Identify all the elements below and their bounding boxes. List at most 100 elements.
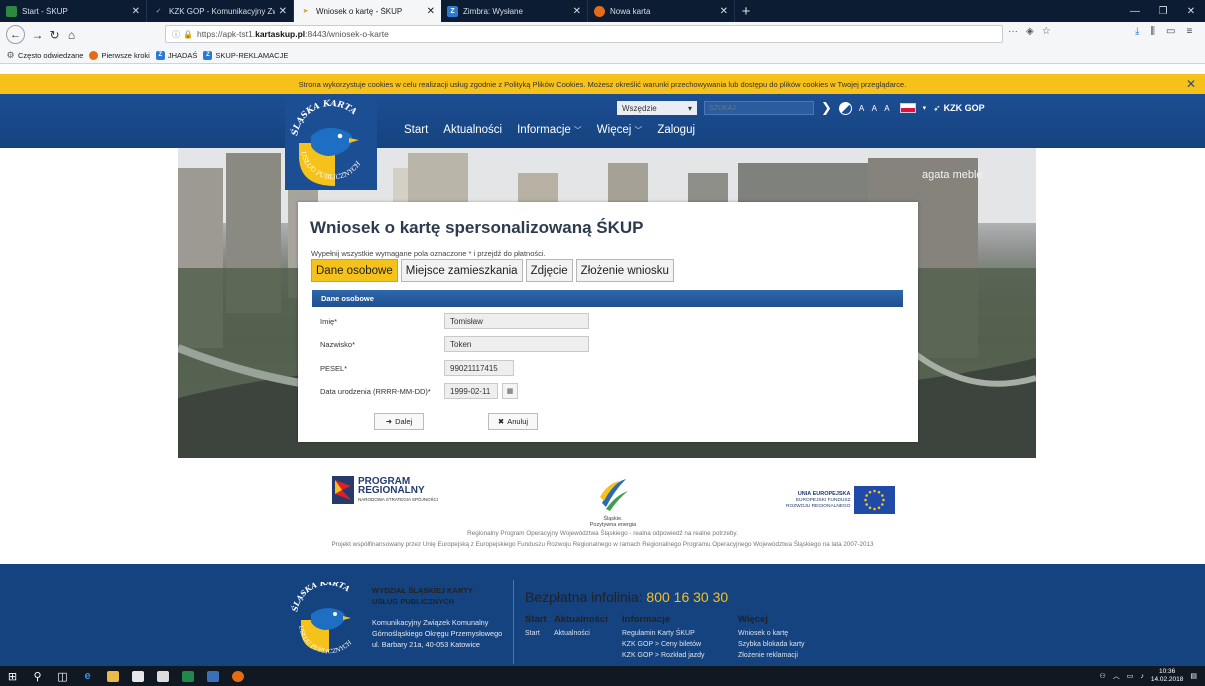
calendar-icon[interactable]: ▦ bbox=[502, 383, 518, 399]
tab-dane-osobowe[interactable]: Dane osobowe bbox=[311, 259, 398, 282]
sidebar-icon[interactable]: ▭ bbox=[1166, 26, 1175, 37]
language-flag-icon[interactable] bbox=[899, 103, 916, 113]
firefox-taskbar-icon[interactable] bbox=[225, 666, 250, 686]
close-icon[interactable]: ✕ bbox=[720, 6, 728, 17]
browser-tab-wniosek[interactable]: ➤ Wniosek o kartę - ŚKUP ✕ bbox=[294, 0, 441, 22]
footer-col-title[interactable]: Więcej bbox=[738, 614, 848, 625]
network-icon[interactable]: ▭ bbox=[1127, 672, 1134, 680]
footer-link[interactable]: Regulamin Karty ŚKUP bbox=[622, 628, 738, 639]
tab-zdjecie[interactable]: Zdjęcie bbox=[525, 259, 573, 282]
volume-icon[interactable]: ♪ bbox=[1140, 673, 1144, 680]
close-icon[interactable]: ✕ bbox=[132, 6, 140, 17]
library-icon[interactable]: ⫼ bbox=[1150, 26, 1155, 37]
footer-addr-line1: Komunikacyjny Związek Komunalny bbox=[372, 618, 489, 627]
edge-icon[interactable]: e bbox=[75, 666, 100, 686]
footer-link[interactable]: Wniosek o kartę bbox=[738, 628, 848, 639]
close-window-icon[interactable]: ✕ bbox=[1177, 6, 1205, 17]
nav-wiecej[interactable]: Więcej ﹀ bbox=[597, 124, 643, 136]
nav-informacje[interactable]: Informacje ﹀ bbox=[517, 124, 582, 136]
footer-link[interactable]: Aktualności bbox=[554, 628, 622, 639]
maximize-icon[interactable]: ❐ bbox=[1149, 6, 1177, 17]
tab-title: Zimbra: Wysłane bbox=[463, 6, 523, 16]
zimbra-favicon-icon: Z bbox=[447, 5, 458, 17]
footer-col-title[interactable]: Start bbox=[525, 614, 554, 625]
task-view-icon[interactable]: ◫ bbox=[50, 666, 75, 686]
browser-tab-zimbra[interactable]: Z Zimbra: Wysłane ✕ bbox=[441, 0, 588, 22]
search-icon[interactable]: ⚲ bbox=[25, 666, 50, 686]
bookmark-jhadas[interactable]: Z JHADAŚ bbox=[155, 50, 197, 60]
store-icon[interactable] bbox=[125, 666, 150, 686]
next-button[interactable]: ➜ Dalej bbox=[374, 413, 424, 430]
mail-icon[interactable] bbox=[150, 666, 175, 686]
application-form: Wniosek o kartę spersonalizowaną ŚKUP Wy… bbox=[298, 202, 918, 442]
pesel-field[interactable] bbox=[444, 360, 514, 376]
notifications-icon[interactable]: ▤ bbox=[1190, 672, 1197, 680]
forward-arrow-icon[interactable]: → bbox=[29, 28, 46, 42]
kzk-gop-link[interactable]: ➶ KZK GOP bbox=[933, 103, 985, 114]
browser-tab-new[interactable]: Nowa karta ✕ bbox=[588, 0, 735, 22]
bookmark-star-icon[interactable]: ☆ bbox=[1042, 26, 1051, 37]
bookmarks-bar: ⚙ Często odwiedzane Pierwsze kroki Z JHADA… bbox=[0, 47, 1205, 64]
footer-link[interactable]: KZK GOP > Ceny biletów bbox=[622, 639, 738, 650]
lock-icon[interactable]: 🔒 bbox=[183, 30, 193, 39]
tab-title: Nowa karta bbox=[610, 6, 651, 16]
search-submit-icon[interactable]: ❯ bbox=[821, 100, 832, 116]
bookmark-often-visited[interactable]: ⚙ Często odwiedzane bbox=[6, 50, 83, 60]
tab-title: Start - ŚKUP bbox=[22, 6, 68, 16]
skup-logo[interactable]: ŚLĄSKA KARTA USŁUG PUBLICZNYCH bbox=[285, 96, 377, 190]
app-icon[interactable] bbox=[200, 666, 225, 686]
footer-col-title[interactable]: Aktualności bbox=[554, 614, 622, 625]
last-name-field[interactable] bbox=[444, 336, 589, 352]
close-icon[interactable]: ✕ bbox=[279, 6, 287, 17]
excel-icon[interactable] bbox=[175, 666, 200, 686]
contrast-toggle-icon[interactable] bbox=[838, 101, 852, 115]
search-scope-select[interactable]: Wszędzie ▾ bbox=[617, 101, 697, 115]
menu-icon[interactable]: ≡ bbox=[1186, 26, 1192, 37]
footer-link[interactable]: Start bbox=[525, 628, 554, 639]
font-size-toggle[interactable]: A A A bbox=[859, 104, 893, 113]
info-icon[interactable]: ⓘ bbox=[172, 29, 180, 40]
url-host: kartaskup.pl bbox=[255, 29, 306, 39]
page-actions-icon[interactable]: ··· bbox=[1008, 26, 1018, 37]
footer-link[interactable]: Złożenie reklamacji bbox=[738, 650, 848, 661]
search-input[interactable] bbox=[704, 101, 814, 115]
pocket-icon[interactable]: ◈ bbox=[1026, 26, 1034, 37]
nav-start[interactable]: Start bbox=[404, 124, 428, 136]
footer-logo-top: ŚLĄSKA KARTA bbox=[290, 582, 351, 612]
home-icon[interactable]: ⌂ bbox=[63, 28, 80, 42]
eu-line2: EUROPEJSKI FUNDUSZ bbox=[795, 497, 851, 503]
explorer-icon[interactable] bbox=[100, 666, 125, 686]
tray-chevron-icon[interactable]: ︿ bbox=[1113, 671, 1120, 681]
nav-aktualnosci[interactable]: Aktualności bbox=[443, 124, 502, 136]
nav-zaloguj[interactable]: Zaloguj bbox=[657, 124, 695, 136]
footer-link[interactable]: Szybka blokada karty bbox=[738, 639, 848, 650]
bookmark-skup-reklamacje[interactable]: Z SKUP-REKLAMACJE bbox=[203, 50, 288, 60]
first-name-field[interactable] bbox=[444, 313, 589, 329]
footer-col-title[interactable]: Informacje bbox=[622, 614, 738, 625]
toolbar-right: ⤓ ⫼ ▭ ≡ bbox=[1135, 26, 1192, 37]
people-icon[interactable]: ⚇ bbox=[1099, 672, 1105, 680]
cancel-button[interactable]: ✖ Anuluj bbox=[488, 413, 538, 430]
last-name-row: Nazwisko* bbox=[320, 336, 589, 352]
footer-link[interactable]: KZK GOP > Rozkład jazdy bbox=[622, 650, 738, 661]
bookmark-first-steps[interactable]: Pierwsze kroki bbox=[89, 50, 150, 60]
minimize-icon[interactable]: — bbox=[1121, 6, 1149, 17]
chevron-down-icon[interactable]: ▾ bbox=[923, 104, 927, 112]
clock[interactable]: 10:36 14.02.2018 bbox=[1151, 668, 1184, 684]
windows-start-icon[interactable]: ⊞ bbox=[0, 666, 25, 686]
cookie-close-icon[interactable]: ✕ bbox=[1186, 77, 1196, 91]
url-bar[interactable]: ⓘ 🔒 https://apk-tst1. kartaskup.pl:8443/w… bbox=[165, 25, 1003, 43]
pesel-label: PESEL* bbox=[320, 363, 348, 373]
browser-tab-kzk[interactable]: ✓ KZK GOP - Komunikacyjny Zwi ✕ bbox=[147, 0, 294, 22]
close-icon[interactable]: ✕ bbox=[573, 6, 581, 17]
close-icon[interactable]: ✕ bbox=[427, 6, 435, 17]
reload-icon[interactable]: ↻ bbox=[46, 28, 63, 42]
new-tab-plus-icon[interactable]: + bbox=[735, 0, 757, 22]
birth-date-field[interactable] bbox=[444, 383, 498, 399]
skup-favicon-icon bbox=[6, 5, 17, 17]
tab-zlozenie-wniosku[interactable]: Złożenie wniosku bbox=[575, 259, 674, 282]
download-icon[interactable]: ⤓ bbox=[1135, 26, 1139, 37]
back-arrow-icon[interactable]: ← bbox=[6, 25, 25, 44]
tab-miejsce-zamieszkania[interactable]: Miejsce zamieszkania bbox=[400, 259, 523, 282]
browser-tab-start[interactable]: Start - ŚKUP ✕ bbox=[0, 0, 147, 22]
